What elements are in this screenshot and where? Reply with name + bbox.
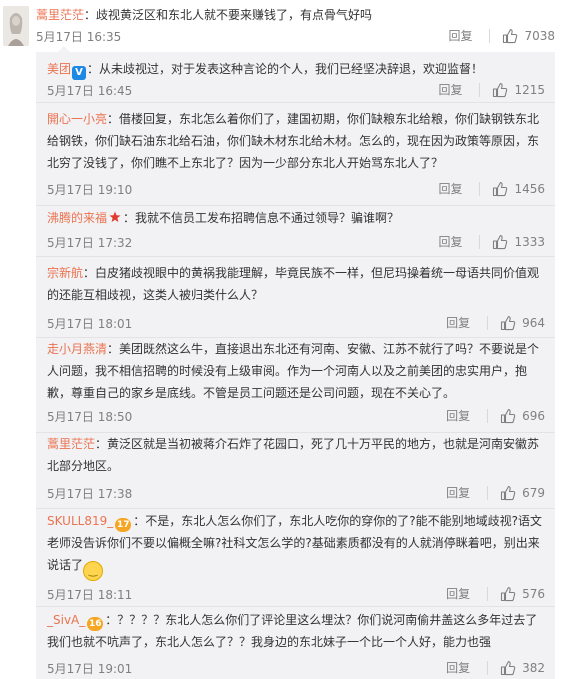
reply-text: ：我就不信员工发布招聘信息不通过领导？骗谁啊？ [123, 211, 400, 225]
reply-user[interactable]: 開心一小亮 [47, 112, 107, 126]
like-count: 1456 [514, 181, 545, 196]
like-count: 696 [522, 408, 545, 423]
reply-button[interactable]: 回复 [446, 407, 470, 424]
reply-time: 5月17日 19:10 [47, 183, 133, 197]
like-icon[interactable] [502, 28, 518, 44]
reply-time: 5月17日 17:38 [47, 487, 133, 501]
reply-time: 5月17日 17:32 [47, 236, 133, 250]
like-icon[interactable] [500, 586, 516, 602]
top-comment: 蒿里茫茫：歧视黄泛区和东北人就不要来赚钱了，有点骨气好吗 5月17日 16:35… [0, 0, 565, 52]
like-count: 1333 [514, 234, 545, 249]
avatar[interactable] [3, 6, 29, 46]
reply-actions: 回复 1333 [438, 233, 545, 250]
reply-user[interactable]: 美团 [47, 62, 71, 76]
comment-actions: 回复 7038 [448, 27, 555, 44]
divider [487, 408, 489, 423]
reply-text: ：黄泛区就是当初被蒋介石炸了花园口，死了几十万平民的地方，也就是河南安徽苏北部分… [47, 437, 540, 473]
divider [36, 606, 555, 607]
reply-button[interactable]: 回复 [446, 585, 470, 602]
like-icon[interactable] [492, 181, 508, 197]
like-count: 7038 [524, 28, 555, 43]
reply-user[interactable]: 蒿里茫茫 [47, 437, 95, 451]
divider [479, 82, 481, 97]
divider [489, 28, 491, 43]
comment-text: ：歧视黄泛区和东北人就不要来赚钱了，有点骨气好吗 [84, 8, 373, 22]
reply-text: ：？？？？东北人怎么你们了评论里这么埋汰？你们说河南偷井盖这么多年过去了我们也就… [47, 613, 538, 649]
reply-actions: 回复 382 [446, 659, 545, 676]
level-badge: 16 [87, 617, 104, 631]
list-item: 走小月燕清：美团既然这么牛，直接退出东北还有河南、安徽、江苏不就行了吗？不要说是… [36, 337, 555, 433]
reply-text: ：从未歧视过，对于发表这种言论的个人，我们已经坚决辞退，欢迎监督！ [87, 62, 484, 76]
list-item: 開心一小亮：借楼回复，东北怎么着你们了，建国初期，你们缺粮东北给粮，你们缺钢铁东… [36, 103, 555, 206]
reply-user[interactable]: 沸腾的来福 [47, 211, 107, 225]
reply-time: 5月17日 18:11 [47, 588, 133, 602]
reply-list: 美团 V ：从未歧视过，对于发表这种言论的个人，我们已经坚决辞退，欢迎监督！ 5月1… [36, 46, 555, 679]
reply-actions: 回复 964 [446, 314, 545, 331]
list-item: _SivA_ 16 ：？？？？东北人怎么你们了评论里这么埋汰？你们说河南偷井盖这么多… [36, 608, 555, 679]
divider [479, 234, 481, 249]
like-icon[interactable] [492, 82, 508, 98]
like-icon[interactable] [492, 234, 508, 250]
reply-button[interactable]: 回复 [438, 180, 462, 197]
reply-text: ：借楼回复，东北怎么着你们了，建国初期，你们缺粮东北给粮，你们缺钢铁东北给钢铁，… [47, 112, 540, 170]
like-icon[interactable] [500, 660, 516, 676]
reply-button[interactable]: 回复 [446, 484, 470, 501]
like-icon[interactable] [500, 485, 516, 501]
like-count: 964 [522, 315, 545, 330]
reply-time: 5月17日 18:50 [47, 410, 133, 424]
divider [487, 485, 489, 500]
divider [479, 181, 481, 196]
reply-actions: 回复 696 [446, 407, 545, 424]
like-count: 679 [522, 485, 545, 500]
comment-user[interactable]: 蒿里茫茫 [36, 8, 84, 22]
avatar-image [3, 6, 29, 46]
reply-user[interactable]: 走小月燕清 [47, 342, 107, 356]
reply-actions: 回复 576 [446, 585, 545, 602]
reply-time: 5月17日 19:01 [47, 662, 133, 676]
reply-button[interactable]: 回复 [438, 233, 462, 250]
reply-text: ：白皮猪歧视眼中的黄祸我能理解，毕竟民族不一样，但尼玛操着统一母语共同价值观的还… [47, 266, 540, 302]
reply-user[interactable]: SKULL819_ [47, 514, 113, 528]
reply-actions: 回复 679 [446, 484, 545, 501]
reply-time: 5月17日 18:01 [47, 317, 133, 331]
like-count: 576 [522, 586, 545, 601]
like-count: 382 [522, 660, 545, 675]
list-item: 美团 V ：从未歧视过，对于发表这种言论的个人，我们已经坚决辞退，欢迎监督！ 5月1… [36, 52, 555, 103]
reply-button[interactable]: 回复 [446, 314, 470, 331]
reply-button[interactable]: 回复 [446, 659, 470, 676]
list-item: 沸腾的来福 ：我就不信员工发布招聘信息不通过领导？骗谁啊？ 5月17日 17:32… [36, 206, 555, 259]
reply-user[interactable]: 宗新航 [47, 266, 83, 280]
divider [487, 586, 489, 601]
divider [487, 660, 489, 675]
reply-user[interactable]: _SivA_ [47, 613, 85, 627]
comment-time: 5月17日 16:35 [36, 30, 122, 44]
star-icon [109, 211, 121, 222]
verified-icon: V [72, 66, 87, 80]
divider [487, 315, 489, 330]
list-item: SKULL819_ 17 ：不是，东北人怎么你们了，东北人吃你的穿你的了?能不能别地… [36, 509, 555, 607]
smile-emoji-icon: ‿ [83, 561, 104, 581]
reply-text: ：美团既然这么牛，直接退出东北还有河南、安徽、江苏不就行了吗？不要说是个人问题，… [47, 342, 540, 400]
list-item: 蒿里茫茫：黄泛区就是当初被蒋介石炸了花园口，死了几十万平民的地方，也就是河南安徽… [36, 433, 555, 509]
reply-actions: 回复 1456 [438, 180, 545, 197]
reply-actions: 回复 1215 [438, 81, 545, 98]
reply-button[interactable]: 回复 [448, 27, 472, 44]
like-count: 1215 [514, 82, 545, 97]
list-item: 宗新航：白皮猪歧视眼中的黄祸我能理解，毕竟民族不一样，但尼玛操着统一母语共同价值… [36, 257, 555, 338]
reply-button[interactable]: 回复 [438, 81, 462, 98]
like-icon[interactable] [500, 408, 516, 424]
level-badge: 17 [115, 518, 132, 532]
reply-time: 5月17日 16:45 [47, 84, 133, 98]
like-icon[interactable] [500, 315, 516, 331]
